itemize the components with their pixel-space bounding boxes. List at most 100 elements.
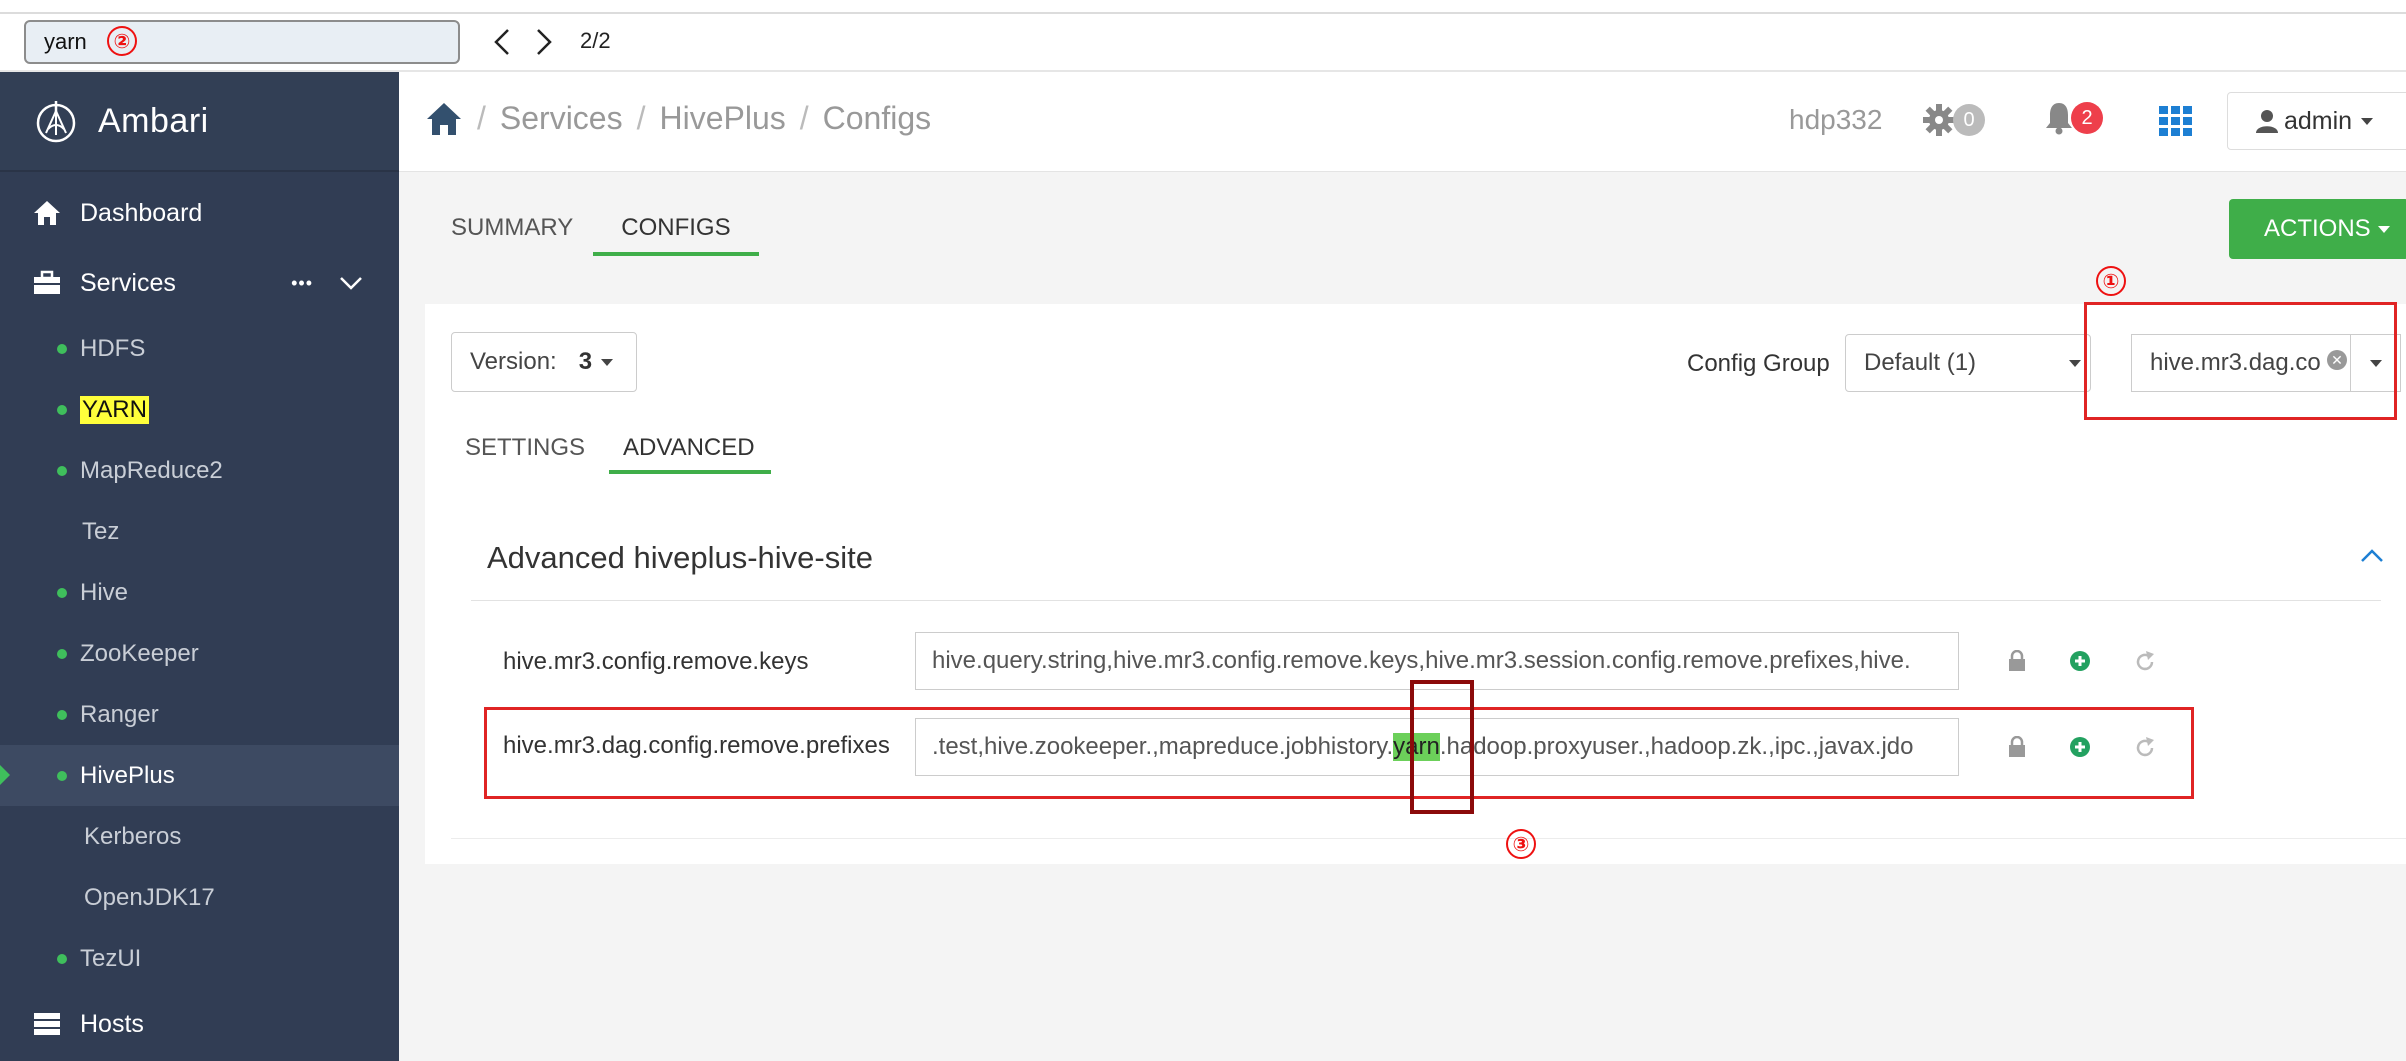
tab-settings[interactable]: SETTINGS: [465, 434, 585, 474]
user-name: admin: [2284, 106, 2353, 135]
sidebar-item-ranger[interactable]: Ranger: [0, 684, 399, 745]
property-name: hive.mr3.config.remove.keys: [503, 648, 809, 675]
sidebar-item-label: Hosts: [80, 1009, 144, 1038]
sidebar-item-hive[interactable]: Hive: [0, 562, 399, 623]
find-query-text: yarn: [44, 29, 87, 54]
service-label: YARN: [80, 395, 149, 424]
breadcrumb-hiveplus[interactable]: HivePlus: [659, 100, 785, 137]
version-label: Version:: [470, 348, 557, 375]
annotation-box-property-row: [484, 707, 2194, 799]
chevron-down-icon[interactable]: [339, 275, 363, 291]
divider: [471, 600, 2381, 601]
breadcrumb-separator: /: [799, 100, 809, 136]
sidebar-item-label: Services: [80, 268, 176, 297]
chevron-right-icon: [537, 29, 552, 55]
version-selector[interactable]: Version: 3: [451, 332, 637, 392]
caret-down-icon: [2361, 118, 2374, 125]
sidebar-item-kerberos[interactable]: Kerberos: [0, 806, 399, 867]
status-dot-icon: [57, 587, 67, 598]
views-menu-button[interactable]: [2159, 106, 2193, 141]
status-dot-icon: [57, 709, 67, 720]
service-label: HivePlus: [80, 761, 175, 789]
property-value-text: hive.query.string,hive.mr3.config.remove…: [932, 647, 1911, 674]
caret-down-icon: [2377, 226, 2390, 233]
grid-icon: [2159, 106, 2192, 136]
divider: [451, 838, 2406, 839]
caret-down-icon: [601, 359, 614, 366]
annotation-marker-3: ③: [1506, 829, 1536, 859]
alerts-count-badge: 2: [2071, 102, 2103, 134]
chevron-left-icon: [494, 29, 509, 55]
more-icon[interactable]: •••: [291, 273, 313, 294]
sidebar: Ambari Dashboard Services ••• HDFS YARN …: [0, 72, 399, 1061]
service-label: ZooKeeper: [80, 639, 199, 667]
sidebar-item-hdfs[interactable]: HDFS: [0, 318, 399, 379]
ops-count-badge: 0: [1953, 104, 1985, 136]
sidebar-item-dashboard[interactable]: Dashboard: [0, 178, 399, 248]
service-label: Ranger: [80, 700, 159, 728]
cluster-name[interactable]: hdp332: [1789, 104, 1882, 136]
service-label: TezUI: [80, 944, 142, 972]
tab-summary[interactable]: SUMMARY: [451, 214, 573, 256]
sidebar-item-hosts[interactable]: Hosts: [0, 989, 399, 1059]
find-previous-button[interactable]: [484, 22, 520, 62]
config-subtabs: SETTINGS ADVANCED: [465, 434, 771, 474]
service-label: HDFS: [80, 334, 146, 362]
top-header: / Services / HivePlus / Configs hdp332 0…: [399, 72, 2406, 172]
hosts-icon: [34, 1013, 60, 1035]
actions-button[interactable]: ACTIONS: [2229, 199, 2406, 259]
sidebar-item-tez[interactable]: Tez: [0, 501, 399, 562]
annotation-marker-1: ①: [2096, 266, 2126, 296]
find-next-button[interactable]: [526, 22, 562, 62]
briefcase-icon: [34, 270, 60, 294]
service-label: MapReduce2: [80, 456, 223, 484]
chevron-up-icon[interactable]: [2360, 548, 2384, 564]
user-icon: [2256, 110, 2278, 133]
status-dot-icon: [57, 953, 67, 964]
service-label: Kerberos: [84, 822, 182, 850]
breadcrumb-services[interactable]: Services: [500, 100, 623, 137]
config-group-select[interactable]: Default (1): [1845, 334, 2091, 392]
status-dot-icon: [57, 465, 67, 476]
service-label: OpenJDK17: [84, 883, 215, 911]
status-dot-icon: [57, 648, 67, 659]
sidebar-item-yarn[interactable]: YARN: [0, 379, 399, 440]
version-value: 3: [578, 348, 593, 375]
caret-down-icon: [2069, 360, 2081, 367]
service-label: Hive: [80, 578, 129, 606]
config-group-value: Default (1): [1864, 349, 1977, 376]
ambari-logo-icon: [36, 101, 76, 143]
service-tabs: SUMMARY CONFIGS: [451, 214, 759, 256]
add-override-icon[interactable]: [2069, 650, 2091, 672]
background-ops-button[interactable]: 0: [1921, 102, 1985, 138]
service-label: Tez: [82, 517, 120, 545]
user-menu-button[interactable]: admin: [2227, 92, 2406, 150]
sidebar-item-openjdk17[interactable]: OpenJDK17: [0, 867, 399, 928]
sidebar-item-mapreduce2[interactable]: MapReduce2: [0, 440, 399, 501]
lock-icon[interactable]: [2007, 650, 2027, 672]
annotation-marker-2: ②: [107, 26, 137, 56]
undo-icon[interactable]: [2133, 650, 2157, 674]
sidebar-item-tezui[interactable]: TezUI: [0, 928, 399, 989]
services-list: HDFS YARN MapReduce2 Tez Hive ZooKeeper …: [0, 318, 399, 989]
find-input[interactable]: yarn: [24, 20, 460, 64]
sidebar-item-label: Dashboard: [80, 198, 203, 227]
alerts-button[interactable]: 2: [2043, 100, 2103, 136]
breadcrumb-configs: Configs: [822, 100, 932, 136]
divider: [0, 12, 2406, 14]
sidebar-item-hiveplus[interactable]: HivePlus: [0, 745, 399, 806]
tab-advanced[interactable]: ADVANCED: [609, 434, 771, 474]
sidebar-item-zookeeper[interactable]: ZooKeeper: [0, 623, 399, 684]
breadcrumb-separator: /: [477, 100, 486, 136]
annotation-box-filter: [2084, 302, 2397, 420]
gear-icon: [1923, 104, 1955, 136]
status-dot-icon: [57, 404, 67, 415]
section-title[interactable]: Advanced hiveplus-hive-site: [487, 540, 873, 576]
tab-configs[interactable]: CONFIGS: [593, 214, 759, 256]
home-icon[interactable]: [425, 101, 463, 137]
sidebar-item-services[interactable]: Services •••: [0, 248, 399, 318]
brand[interactable]: Ambari: [0, 72, 399, 172]
actions-label: ACTIONS: [2264, 215, 2371, 242]
find-bar: yarn ② 2/2: [0, 0, 2406, 72]
config-group-label: Config Group: [1687, 350, 1830, 377]
